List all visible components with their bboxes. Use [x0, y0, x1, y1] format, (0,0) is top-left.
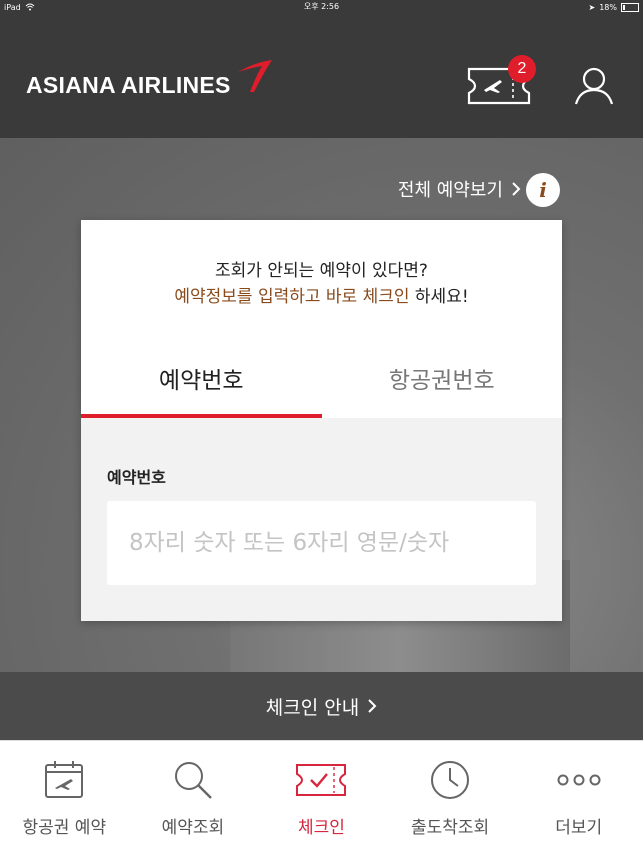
ticket-count-badge: 2: [508, 55, 536, 83]
card-header: 조회가 안되는 예약이 있다면? 예약정보를 입력하고 바로 체크인 하세요! …: [81, 220, 562, 418]
more-dots-icon: [557, 774, 601, 786]
tab-book-flight[interactable]: 항공권 예약: [0, 741, 129, 859]
reservation-number-input[interactable]: [107, 501, 536, 585]
ticket-check-icon: [296, 764, 347, 796]
tab-arrivals-departures-label: 출도착조회: [410, 818, 490, 838]
checkin-lookup-card: 조회가 안되는 예약이 있다면? 예약정보를 입력하고 바로 체크인 하세요! …: [81, 220, 562, 621]
tab-reservation-number[interactable]: 예약번호: [81, 338, 322, 418]
submessage-rest: 하세요!: [409, 287, 469, 307]
chevron-right-icon: [512, 182, 521, 196]
highlight-text: 예약정보를 입력하고 바로 체크인: [174, 287, 410, 307]
lookup-message: 조회가 안되는 예약이 있다면?: [215, 261, 428, 281]
bottom-tab-bar: 항공권 예약 예약조회 체크인 출도착조회 더보기: [0, 740, 643, 859]
tab-checkin[interactable]: 체크인: [257, 741, 386, 859]
lookup-tabs: 예약번호 항공권번호: [81, 338, 562, 418]
reservation-number-label: 예약번호: [107, 468, 166, 487]
tab-more[interactable]: 더보기: [514, 741, 643, 859]
tab-ticket-number[interactable]: 항공권번호: [322, 338, 563, 418]
tab-arrivals-departures[interactable]: 출도착조회: [386, 741, 515, 859]
tab-checkin-label: 체크인: [298, 818, 345, 838]
asiana-wing-logo-icon: [238, 60, 272, 92]
status-bar: iPad 오후 2:56 ➤ 18%: [0, 0, 643, 14]
tab-reservation-lookup-label: 예약조회: [161, 818, 225, 838]
view-all-label: 전체 예약보기: [397, 180, 503, 201]
user-icon[interactable]: [572, 66, 616, 106]
view-all-reservations-link[interactable]: 전체 예약보기: [398, 176, 521, 202]
search-icon: [174, 762, 212, 799]
asiana-logo-text: ASIANA AIRLINES: [26, 72, 231, 98]
tab-more-label: 더보기: [555, 818, 603, 838]
info-icon[interactable]: i: [526, 173, 560, 207]
tab-book-flight-label: 항공권 예약: [22, 818, 107, 838]
clock-icon: [431, 761, 470, 799]
tab-reservation-lookup[interactable]: 예약조회: [129, 741, 258, 859]
checkin-guide-link[interactable]: 체크인 안내: [0, 672, 643, 740]
lookup-submessage: 예약정보를 입력하고 바로 체크인 하세요!: [81, 282, 562, 307]
battery-icon: [621, 2, 639, 12]
checkin-guide-label: 체크인 안내: [265, 696, 360, 719]
status-time: 오후 2:56: [303, 2, 340, 11]
chevron-right-icon: [368, 699, 377, 713]
calendar-plane-icon: [45, 761, 84, 798]
